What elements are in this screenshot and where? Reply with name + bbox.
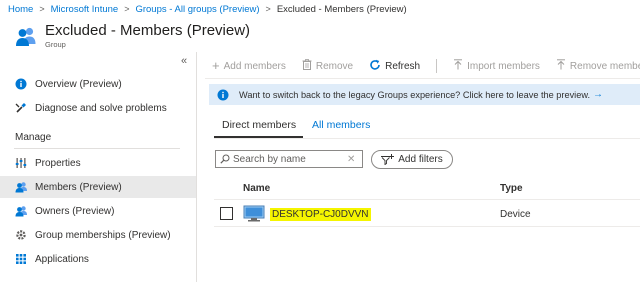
info-icon (217, 89, 229, 101)
sidebar-item-owners[interactable]: Owners (Preview) (0, 200, 196, 222)
tab-all-members[interactable]: All members (312, 119, 370, 131)
search-icon (220, 154, 230, 164)
row-checkbox[interactable] (220, 207, 233, 220)
sidebar-item-label: Diagnose and solve problems (35, 102, 167, 114)
remove-button[interactable]: Remove (302, 59, 353, 73)
breadcrumb-all-groups[interactable]: Groups - All groups (Preview) (135, 4, 259, 15)
sidebar-item-members[interactable]: Members (Preview) (0, 176, 196, 198)
sidebar-item-label: Owners (Preview) (35, 205, 115, 217)
chevron-right-icon: > (39, 4, 45, 14)
clear-search-icon[interactable]: ✕ (347, 154, 355, 165)
sidebar-item-group-memberships[interactable]: Group memberships (Preview) (0, 224, 196, 246)
device-name-link[interactable]: DESKTOP-CJ0DVVN (270, 208, 371, 221)
import-members-button[interactable]: Import members (453, 59, 540, 73)
sidebar-item-overview[interactable]: Overview (Preview) (0, 73, 196, 95)
members-icon (14, 180, 28, 194)
banner-text: Want to switch back to the legacy Groups… (239, 89, 591, 100)
sidebar-item-properties[interactable]: Properties (0, 152, 196, 174)
properties-icon (14, 156, 28, 170)
refresh-button[interactable]: Refresh (369, 59, 420, 74)
remove-members-label: Remove member (569, 60, 640, 72)
toolbar-divider (205, 78, 640, 79)
search-box: ✕ (215, 150, 363, 168)
import-members-label: Import members (467, 60, 540, 72)
sidebar-item-label: Group memberships (Preview) (35, 229, 171, 241)
owners-icon (14, 204, 28, 218)
device-icon (243, 205, 265, 222)
info-icon (14, 77, 28, 91)
plus-icon: + (212, 58, 220, 73)
breadcrumb: Home > Microsoft Intune > Groups - All g… (8, 2, 407, 16)
breadcrumb-intune[interactable]: Microsoft Intune (51, 4, 119, 15)
tabs-divider (214, 138, 640, 139)
legacy-experience-banner[interactable]: Want to switch back to the legacy Groups… (209, 84, 640, 105)
group-icon (15, 25, 37, 47)
add-filter-icon (381, 154, 395, 165)
add-members-label: Add members (223, 60, 286, 72)
add-members-button[interactable]: + Add members (212, 58, 286, 73)
command-bar: + Add members Remove Refresh Import memb… (212, 57, 640, 75)
wrench-icon (14, 101, 28, 115)
arrow-up-icon (556, 59, 566, 73)
chevron-right-icon: > (265, 4, 271, 14)
add-filters-label: Add filters (398, 154, 443, 165)
chevron-right-icon: > (124, 4, 130, 14)
refresh-label: Refresh (385, 60, 421, 72)
sidebar-section-manage: Manage (15, 132, 52, 143)
breadcrumb-home[interactable]: Home (8, 4, 33, 15)
remove-members-button[interactable]: Remove member (556, 59, 640, 73)
column-header-type[interactable]: Type (500, 183, 523, 194)
tab-direct-members[interactable]: Direct members (222, 119, 296, 131)
search-input[interactable] (230, 153, 345, 165)
add-filters-button[interactable]: Add filters (371, 150, 453, 169)
toolbar-separator (436, 59, 438, 73)
page-title: Excluded - Members (Preview) (45, 22, 251, 39)
sidebar-item-label: Overview (Preview) (35, 78, 122, 90)
gear-icon (14, 228, 28, 242)
sidebar-item-label: Properties (35, 157, 81, 169)
sidebar-section-divider (14, 148, 180, 149)
column-header-name[interactable]: Name (243, 183, 270, 194)
refresh-icon (369, 59, 381, 74)
applications-icon (14, 252, 28, 266)
table-row-divider (214, 226, 640, 227)
sidebar-divider (196, 52, 197, 282)
sidebar-item-label: Members (Preview) (35, 181, 122, 193)
remove-label: Remove (315, 60, 354, 72)
device-type: Device (500, 209, 531, 220)
sidebar-item-label: Applications (35, 253, 89, 265)
sidebar-item-diagnose[interactable]: Diagnose and solve problems (0, 97, 196, 119)
sidebar: Overview (Preview) Diagnose and solve pr… (0, 52, 196, 282)
breadcrumb-current: Excluded - Members (Preview) (276, 3, 407, 15)
sidebar-item-applications[interactable]: Applications (0, 248, 196, 270)
page-subtitle: Group (45, 40, 66, 49)
trash-icon (302, 59, 312, 73)
table-header-divider (214, 199, 640, 200)
arrow-up-icon (453, 59, 463, 73)
arrow-right-icon: → (593, 89, 604, 100)
